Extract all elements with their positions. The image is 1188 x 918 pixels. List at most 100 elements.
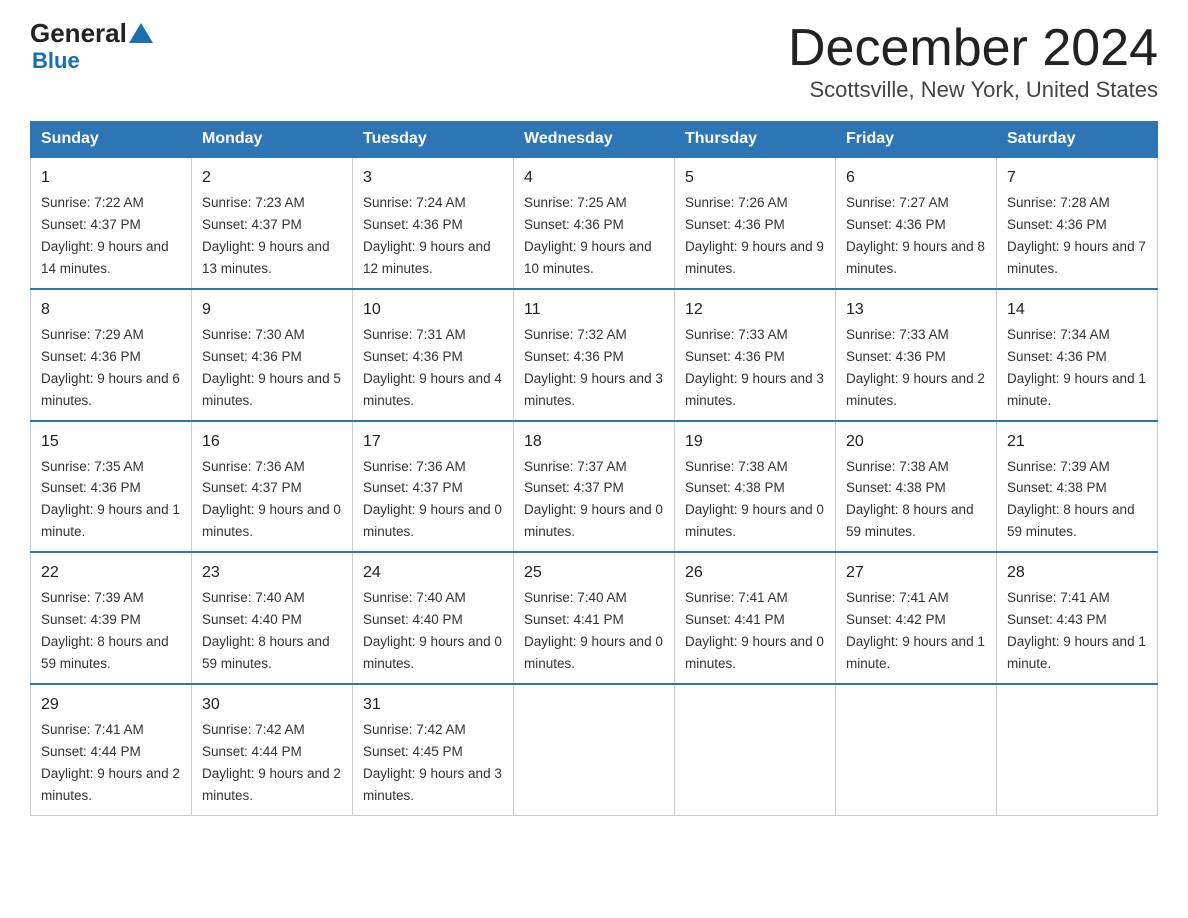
day-cell: 21Sunrise: 7:39 AMSunset: 4:38 PMDayligh… <box>997 421 1158 553</box>
day-number: 27 <box>846 561 986 585</box>
day-number: 23 <box>202 561 342 585</box>
day-cell <box>997 684 1158 815</box>
logo-general-text: General <box>30 20 127 46</box>
main-title: December 2024 <box>788 20 1158 77</box>
day-info: Sunrise: 7:33 AMSunset: 4:36 PMDaylight:… <box>685 327 824 408</box>
day-number: 13 <box>846 298 986 322</box>
title-section: December 2024 Scottsville, New York, Uni… <box>788 20 1158 103</box>
logo-blue-text: Blue <box>32 48 80 74</box>
column-header-wednesday: Wednesday <box>514 122 675 158</box>
day-number: 12 <box>685 298 825 322</box>
day-cell: 11 Sunrise: 7:32 AMSunset: 4:36 PMDayligh… <box>514 289 675 421</box>
day-info: Sunrise: 7:39 AMSunset: 4:38 PMDaylight:… <box>1007 459 1135 540</box>
week-row-5: 29 Sunrise: 7:41 AMSunset: 4:44 PMDayligh… <box>31 684 1158 815</box>
day-number: 2 <box>202 166 342 190</box>
day-number: 4 <box>524 166 664 190</box>
week-row-3: 15Sunrise: 7:35 AMSunset: 4:36 PMDayligh… <box>31 421 1158 553</box>
day-number: 22 <box>41 561 181 585</box>
day-info: Sunrise: 7:41 AMSunset: 4:41 PMDaylight:… <box>685 590 824 671</box>
day-cell: 14Sunrise: 7:34 AMSunset: 4:36 PMDayligh… <box>997 289 1158 421</box>
day-number: 8 <box>41 298 181 322</box>
day-number: 29 <box>41 693 181 717</box>
day-cell: 19 Sunrise: 7:38 AMSunset: 4:38 PMDayligh… <box>675 421 836 553</box>
day-info: Sunrise: 7:39 AMSunset: 4:39 PMDaylight:… <box>41 590 169 671</box>
day-number: 11 <box>524 298 664 322</box>
week-row-4: 22 Sunrise: 7:39 AMSunset: 4:39 PMDayligh… <box>31 552 1158 684</box>
day-number: 5 <box>685 166 825 190</box>
day-cell: 10Sunrise: 7:31 AMSunset: 4:36 PMDayligh… <box>353 289 514 421</box>
day-cell: 22 Sunrise: 7:39 AMSunset: 4:39 PMDayligh… <box>31 552 192 684</box>
day-info: Sunrise: 7:32 AMSunset: 4:36 PMDaylight:… <box>524 327 663 408</box>
day-number: 30 <box>202 693 342 717</box>
day-number: 17 <box>363 430 503 454</box>
day-info: Sunrise: 7:37 AMSunset: 4:37 PMDaylight:… <box>524 459 663 540</box>
day-number: 1 <box>41 166 181 190</box>
logo: General Blue <box>30 20 155 74</box>
day-number: 28 <box>1007 561 1147 585</box>
day-cell: 20Sunrise: 7:38 AMSunset: 4:38 PMDayligh… <box>836 421 997 553</box>
day-info: Sunrise: 7:31 AMSunset: 4:36 PMDaylight:… <box>363 327 502 408</box>
day-info: Sunrise: 7:25 AMSunset: 4:36 PMDaylight:… <box>524 195 652 276</box>
column-header-friday: Friday <box>836 122 997 158</box>
day-cell: 31 Sunrise: 7:42 AMSunset: 4:45 PMDayligh… <box>353 684 514 815</box>
day-cell: 18 Sunrise: 7:37 AMSunset: 4:37 PMDayligh… <box>514 421 675 553</box>
day-number: 9 <box>202 298 342 322</box>
day-cell: 17 Sunrise: 7:36 AMSunset: 4:37 PMDayligh… <box>353 421 514 553</box>
day-cell: 13 Sunrise: 7:33 AMSunset: 4:36 PMDayligh… <box>836 289 997 421</box>
day-number: 3 <box>363 166 503 190</box>
day-cell: 5 Sunrise: 7:26 AMSunset: 4:36 PMDaylight… <box>675 157 836 289</box>
day-cell: 23 Sunrise: 7:40 AMSunset: 4:40 PMDayligh… <box>192 552 353 684</box>
day-info: Sunrise: 7:41 AMSunset: 4:44 PMDaylight:… <box>41 722 180 803</box>
day-info: Sunrise: 7:40 AMSunset: 4:40 PMDaylight:… <box>202 590 330 671</box>
day-cell: 4 Sunrise: 7:25 AMSunset: 4:36 PMDaylight… <box>514 157 675 289</box>
day-cell: 6Sunrise: 7:27 AMSunset: 4:36 PMDaylight… <box>836 157 997 289</box>
day-info: Sunrise: 7:40 AMSunset: 4:40 PMDaylight:… <box>363 590 502 671</box>
day-info: Sunrise: 7:23 AMSunset: 4:37 PMDaylight:… <box>202 195 330 276</box>
day-number: 7 <box>1007 166 1147 190</box>
day-cell <box>836 684 997 815</box>
week-row-2: 8 Sunrise: 7:29 AMSunset: 4:36 PMDaylight… <box>31 289 1158 421</box>
day-cell: 29 Sunrise: 7:41 AMSunset: 4:44 PMDayligh… <box>31 684 192 815</box>
day-info: Sunrise: 7:40 AMSunset: 4:41 PMDaylight:… <box>524 590 663 671</box>
day-info: Sunrise: 7:28 AMSunset: 4:36 PMDaylight:… <box>1007 195 1146 276</box>
location-subtitle: Scottsville, New York, United States <box>788 77 1158 103</box>
day-cell: 16Sunrise: 7:36 AMSunset: 4:37 PMDayligh… <box>192 421 353 553</box>
day-cell: 30 Sunrise: 7:42 AMSunset: 4:44 PMDayligh… <box>192 684 353 815</box>
day-cell: 15Sunrise: 7:35 AMSunset: 4:36 PMDayligh… <box>31 421 192 553</box>
day-cell: 3 Sunrise: 7:24 AMSunset: 4:36 PMDaylight… <box>353 157 514 289</box>
day-cell: 24 Sunrise: 7:40 AMSunset: 4:40 PMDayligh… <box>353 552 514 684</box>
day-info: Sunrise: 7:41 AMSunset: 4:42 PMDaylight:… <box>846 590 985 671</box>
day-number: 26 <box>685 561 825 585</box>
day-number: 19 <box>685 430 825 454</box>
day-cell: 25Sunrise: 7:40 AMSunset: 4:41 PMDayligh… <box>514 552 675 684</box>
day-cell <box>675 684 836 815</box>
day-cell: 7 Sunrise: 7:28 AMSunset: 4:36 PMDaylight… <box>997 157 1158 289</box>
day-cell: 1Sunrise: 7:22 AMSunset: 4:37 PMDaylight… <box>31 157 192 289</box>
day-info: Sunrise: 7:42 AMSunset: 4:45 PMDaylight:… <box>363 722 502 803</box>
day-number: 15 <box>41 430 181 454</box>
calendar-header-row: SundayMondayTuesdayWednesdayThursdayFrid… <box>31 122 1158 158</box>
day-info: Sunrise: 7:38 AMSunset: 4:38 PMDaylight:… <box>846 459 974 540</box>
day-info: Sunrise: 7:30 AMSunset: 4:36 PMDaylight:… <box>202 327 341 408</box>
calendar-table: SundayMondayTuesdayWednesdayThursdayFrid… <box>30 121 1158 815</box>
day-cell: 8 Sunrise: 7:29 AMSunset: 4:36 PMDaylight… <box>31 289 192 421</box>
day-number: 18 <box>524 430 664 454</box>
day-info: Sunrise: 7:42 AMSunset: 4:44 PMDaylight:… <box>202 722 341 803</box>
day-cell: 12 Sunrise: 7:33 AMSunset: 4:36 PMDayligh… <box>675 289 836 421</box>
day-info: Sunrise: 7:38 AMSunset: 4:38 PMDaylight:… <box>685 459 824 540</box>
day-cell: 2 Sunrise: 7:23 AMSunset: 4:37 PMDaylight… <box>192 157 353 289</box>
column-header-tuesday: Tuesday <box>353 122 514 158</box>
column-header-sunday: Sunday <box>31 122 192 158</box>
day-info: Sunrise: 7:36 AMSunset: 4:37 PMDaylight:… <box>363 459 502 540</box>
day-cell <box>514 684 675 815</box>
day-number: 31 <box>363 693 503 717</box>
day-info: Sunrise: 7:29 AMSunset: 4:36 PMDaylight:… <box>41 327 180 408</box>
day-info: Sunrise: 7:26 AMSunset: 4:36 PMDaylight:… <box>685 195 824 276</box>
day-number: 16 <box>202 430 342 454</box>
column-header-monday: Monday <box>192 122 353 158</box>
day-info: Sunrise: 7:24 AMSunset: 4:36 PMDaylight:… <box>363 195 491 276</box>
day-info: Sunrise: 7:27 AMSunset: 4:36 PMDaylight:… <box>846 195 985 276</box>
day-info: Sunrise: 7:33 AMSunset: 4:36 PMDaylight:… <box>846 327 985 408</box>
day-number: 24 <box>363 561 503 585</box>
day-cell: 27 Sunrise: 7:41 AMSunset: 4:42 PMDayligh… <box>836 552 997 684</box>
